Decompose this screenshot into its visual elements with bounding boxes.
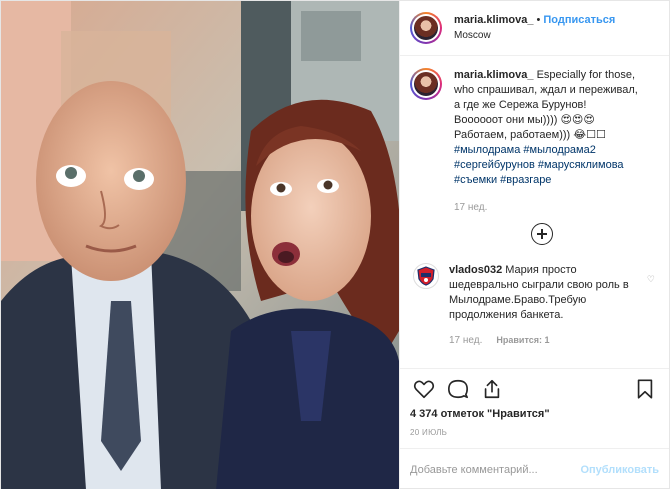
commenter-username[interactable]: vlados032 [449,264,502,276]
hashtag-line-3[interactable]: #съемки #вразгаре [454,173,659,188]
post-photo[interactable] [1,1,399,489]
load-more-icon[interactable] [531,223,553,245]
club-crest-icon [417,266,435,286]
instagram-post: maria.klimova_ • Подписаться Moscow maria.… [0,0,670,489]
comment-meta: 17 нед. Нравится: 1 [449,335,639,346]
comment-row: vlados032 Мария просто шедеврально сыгра… [410,263,659,346]
comments-section: maria.klimova_ Especially for those, who… [400,56,669,368]
caption-time[interactable]: 17 нед. [454,200,659,215]
add-comment-bar: Опубликовать [400,448,669,489]
comment-like-heart-icon[interactable]: ♡ [647,274,655,285]
author-avatar[interactable] [410,12,442,44]
post-date[interactable]: 20 ИЮЛЬ [400,424,669,448]
likes-count[interactable]: 4 374 отметок "Нравится" [400,408,669,424]
commenter-avatar[interactable] [413,263,439,289]
like-button[interactable] [410,375,438,403]
caption-line-3: а где же Сережа Бурунов! [454,99,587,111]
comment-time[interactable]: 17 нед. [449,335,482,346]
comment-icon [448,379,468,398]
hashtag-line-2[interactable]: #сергейбурунов #марусяклимова [454,158,659,173]
bookmark-icon [637,378,653,399]
comment-text-block: vlados032 Мария просто шедеврально сыгра… [449,263,639,323]
action-bar [400,368,669,408]
comment-input[interactable] [410,463,581,476]
caption-line-4: Воооооот они мы)))) 😍😍😍 [454,114,595,126]
comment-likes[interactable]: Нравится: 1 [496,335,549,346]
save-button[interactable] [631,375,659,403]
caption-row: maria.klimova_ Especially for those, who… [410,68,659,215]
header-separator: • [536,14,541,26]
follow-button[interactable]: Подписаться [543,14,615,26]
post-side-panel: maria.klimova_ • Подписаться Moscow maria.… [399,1,669,489]
caption-avatar[interactable] [410,68,442,100]
heart-icon [413,379,435,398]
caption-username[interactable]: maria.klimova_ [454,69,534,81]
header-text: maria.klimova_ • Подписаться Moscow [454,13,615,43]
selfie-photo [1,1,399,489]
post-header: maria.klimova_ • Подписаться Moscow [400,1,669,56]
publish-button[interactable]: Опубликовать [580,464,659,476]
share-button[interactable] [478,375,506,403]
caption-line-1: Especially for those, [536,69,635,81]
caption-line-2: who спрашивал, ждал и переживал, [454,84,638,96]
hashtag-line-1[interactable]: #мылодрама #мылодрама2 [454,143,659,158]
comment-button[interactable] [444,375,472,403]
author-username[interactable]: maria.klimova_ [454,14,534,26]
load-more [410,223,659,249]
post-location[interactable]: Moscow [454,28,615,43]
caption-line-5: Работаем, работаем))) 😂☐☐ [454,129,606,141]
share-icon [484,379,500,398]
comment-body: vlados032 Мария просто шедеврально сыгра… [449,263,639,346]
caption-text: maria.klimova_ Especially for those, who… [454,68,659,215]
